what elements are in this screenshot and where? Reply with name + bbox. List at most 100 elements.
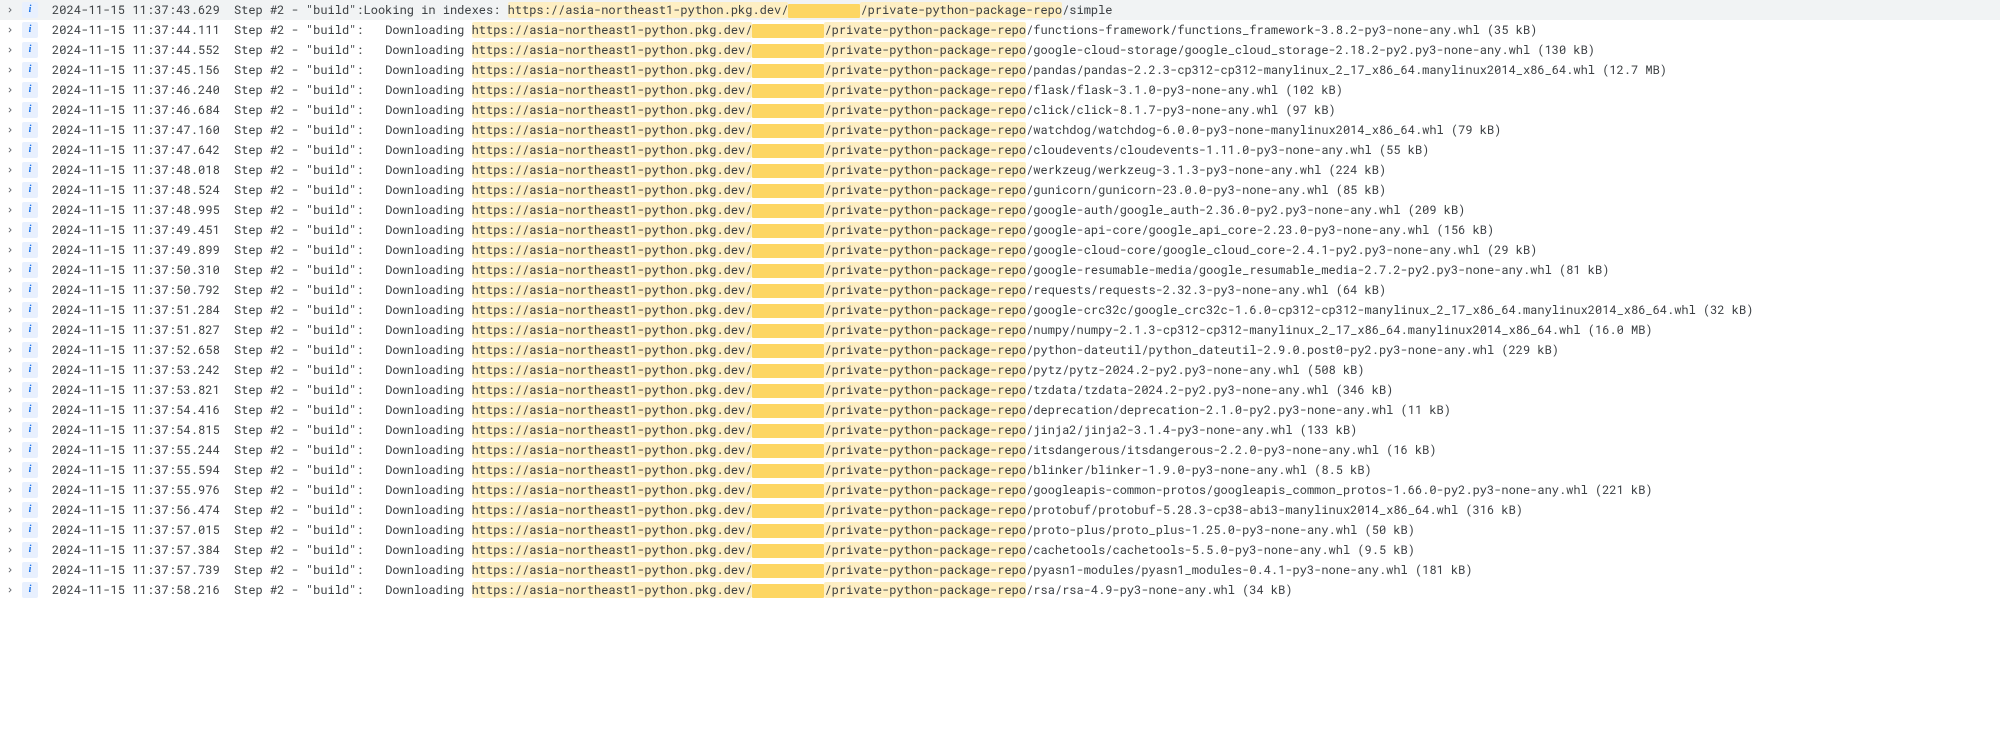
redacted-segment: [752, 64, 824, 78]
expand-chevron-icon[interactable]: [4, 304, 16, 316]
severity-info-icon[interactable]: [22, 542, 38, 558]
severity-info-icon[interactable]: [22, 282, 38, 298]
log-row[interactable]: 2024-11-15 11:37:48.524Step #2 - "build"…: [0, 180, 2000, 200]
log-row[interactable]: 2024-11-15 11:37:50.792Step #2 - "build"…: [0, 280, 2000, 300]
expand-chevron-icon[interactable]: [4, 4, 16, 16]
expand-chevron-icon[interactable]: [4, 464, 16, 476]
expand-chevron-icon[interactable]: [4, 144, 16, 156]
log-row[interactable]: 2024-11-15 11:37:44.552Step #2 - "build"…: [0, 40, 2000, 60]
severity-info-icon[interactable]: [22, 522, 38, 538]
severity-info-icon[interactable]: [22, 342, 38, 358]
log-row[interactable]: 2024-11-15 11:37:58.216Step #2 - "build"…: [0, 580, 2000, 600]
log-row[interactable]: 2024-11-15 11:37:46.240Step #2 - "build"…: [0, 80, 2000, 100]
expand-chevron-icon[interactable]: [4, 24, 16, 36]
log-row[interactable]: 2024-11-15 11:37:53.821Step #2 - "build"…: [0, 380, 2000, 400]
severity-info-icon[interactable]: [22, 402, 38, 418]
severity-info-icon[interactable]: [22, 482, 38, 498]
expand-chevron-icon[interactable]: [4, 44, 16, 56]
step-label: Step #2 - "build":: [234, 360, 364, 380]
severity-info-icon[interactable]: [22, 222, 38, 238]
expand-chevron-icon[interactable]: [4, 344, 16, 356]
expand-chevron-icon[interactable]: [4, 384, 16, 396]
severity-info-icon[interactable]: [22, 102, 38, 118]
severity-info-icon[interactable]: [22, 302, 38, 318]
log-row[interactable]: 2024-11-15 11:37:43.629Step #2 - "build"…: [0, 0, 2000, 20]
expand-chevron-icon[interactable]: [4, 424, 16, 436]
expand-chevron-icon[interactable]: [4, 484, 16, 496]
log-row[interactable]: 2024-11-15 11:37:45.156Step #2 - "build"…: [0, 60, 2000, 80]
severity-info-icon[interactable]: [22, 2, 38, 18]
expand-chevron-icon[interactable]: [4, 564, 16, 576]
log-row[interactable]: 2024-11-15 11:37:51.827Step #2 - "build"…: [0, 320, 2000, 340]
severity-info-icon[interactable]: [22, 22, 38, 38]
severity-info-icon[interactable]: [22, 422, 38, 438]
expand-chevron-icon[interactable]: [4, 64, 16, 76]
expand-chevron-icon[interactable]: [4, 264, 16, 276]
log-row[interactable]: 2024-11-15 11:37:57.015Step #2 - "build"…: [0, 520, 2000, 540]
severity-info-icon[interactable]: [22, 62, 38, 78]
severity-info-icon[interactable]: [22, 262, 38, 278]
timestamp: 2024-11-15 11:37:50.310: [52, 260, 220, 280]
step-label: Step #2 - "build":: [234, 160, 364, 180]
severity-info-icon[interactable]: [22, 562, 38, 578]
expand-chevron-icon[interactable]: [4, 184, 16, 196]
expand-chevron-icon[interactable]: [4, 224, 16, 236]
expand-chevron-icon[interactable]: [4, 504, 16, 516]
log-row[interactable]: 2024-11-15 11:37:50.310Step #2 - "build"…: [0, 260, 2000, 280]
log-row[interactable]: 2024-11-15 11:37:56.474Step #2 - "build"…: [0, 500, 2000, 520]
expand-chevron-icon[interactable]: [4, 164, 16, 176]
log-row[interactable]: 2024-11-15 11:37:52.658Step #2 - "build"…: [0, 340, 2000, 360]
log-row[interactable]: 2024-11-15 11:37:46.684Step #2 - "build"…: [0, 100, 2000, 120]
severity-info-icon[interactable]: [22, 142, 38, 158]
redacted-segment: [788, 4, 860, 18]
severity-info-icon[interactable]: [22, 42, 38, 58]
expand-chevron-icon[interactable]: [4, 104, 16, 116]
severity-info-icon[interactable]: [22, 182, 38, 198]
severity-info-icon[interactable]: [22, 122, 38, 138]
timestamp: 2024-11-15 11:37:46.240: [52, 80, 220, 100]
log-row[interactable]: 2024-11-15 11:37:57.384Step #2 - "build"…: [0, 540, 2000, 560]
log-row[interactable]: 2024-11-15 11:37:55.976Step #2 - "build"…: [0, 480, 2000, 500]
log-row[interactable]: 2024-11-15 11:37:48.995Step #2 - "build"…: [0, 200, 2000, 220]
severity-info-icon[interactable]: [22, 162, 38, 178]
log-message: Downloading https://asia-northeast1-pyth…: [385, 180, 1386, 200]
expand-chevron-icon[interactable]: [4, 404, 16, 416]
severity-info-icon[interactable]: [22, 202, 38, 218]
severity-info-icon[interactable]: [22, 462, 38, 478]
severity-info-icon[interactable]: [22, 82, 38, 98]
severity-info-icon[interactable]: [22, 362, 38, 378]
severity-info-icon[interactable]: [22, 382, 38, 398]
expand-chevron-icon[interactable]: [4, 244, 16, 256]
log-row[interactable]: 2024-11-15 11:37:47.160Step #2 - "build"…: [0, 120, 2000, 140]
severity-info-icon[interactable]: [22, 502, 38, 518]
log-row[interactable]: 2024-11-15 11:37:54.815Step #2 - "build"…: [0, 420, 2000, 440]
expand-chevron-icon[interactable]: [4, 124, 16, 136]
severity-info-icon[interactable]: [22, 242, 38, 258]
severity-info-icon[interactable]: [22, 582, 38, 598]
expand-chevron-icon[interactable]: [4, 364, 16, 376]
expand-chevron-icon[interactable]: [4, 444, 16, 456]
expand-chevron-icon[interactable]: [4, 284, 16, 296]
log-row[interactable]: 2024-11-15 11:37:44.111Step #2 - "build"…: [0, 20, 2000, 40]
expand-chevron-icon[interactable]: [4, 584, 16, 596]
expand-chevron-icon[interactable]: [4, 524, 16, 536]
log-row[interactable]: 2024-11-15 11:37:51.284Step #2 - "build"…: [0, 300, 2000, 320]
log-row[interactable]: 2024-11-15 11:37:49.899Step #2 - "build"…: [0, 240, 2000, 260]
log-message: Downloading https://asia-northeast1-pyth…: [385, 520, 1415, 540]
log-row[interactable]: 2024-11-15 11:37:47.642Step #2 - "build"…: [0, 140, 2000, 160]
expand-chevron-icon[interactable]: [4, 544, 16, 556]
log-row[interactable]: 2024-11-15 11:37:49.451Step #2 - "build"…: [0, 220, 2000, 240]
expand-chevron-icon[interactable]: [4, 324, 16, 336]
log-row[interactable]: 2024-11-15 11:37:55.244Step #2 - "build"…: [0, 440, 2000, 460]
log-row[interactable]: 2024-11-15 11:37:57.739Step #2 - "build"…: [0, 560, 2000, 580]
expand-chevron-icon[interactable]: [4, 204, 16, 216]
step-label: Step #2 - "build":: [234, 560, 364, 580]
severity-info-icon[interactable]: [22, 322, 38, 338]
log-row[interactable]: 2024-11-15 11:37:48.018Step #2 - "build"…: [0, 160, 2000, 180]
timestamp: 2024-11-15 11:37:44.111: [52, 20, 220, 40]
log-row[interactable]: 2024-11-15 11:37:54.416Step #2 - "build"…: [0, 400, 2000, 420]
log-row[interactable]: 2024-11-15 11:37:55.594Step #2 - "build"…: [0, 460, 2000, 480]
log-row[interactable]: 2024-11-15 11:37:53.242Step #2 - "build"…: [0, 360, 2000, 380]
severity-info-icon[interactable]: [22, 442, 38, 458]
expand-chevron-icon[interactable]: [4, 84, 16, 96]
